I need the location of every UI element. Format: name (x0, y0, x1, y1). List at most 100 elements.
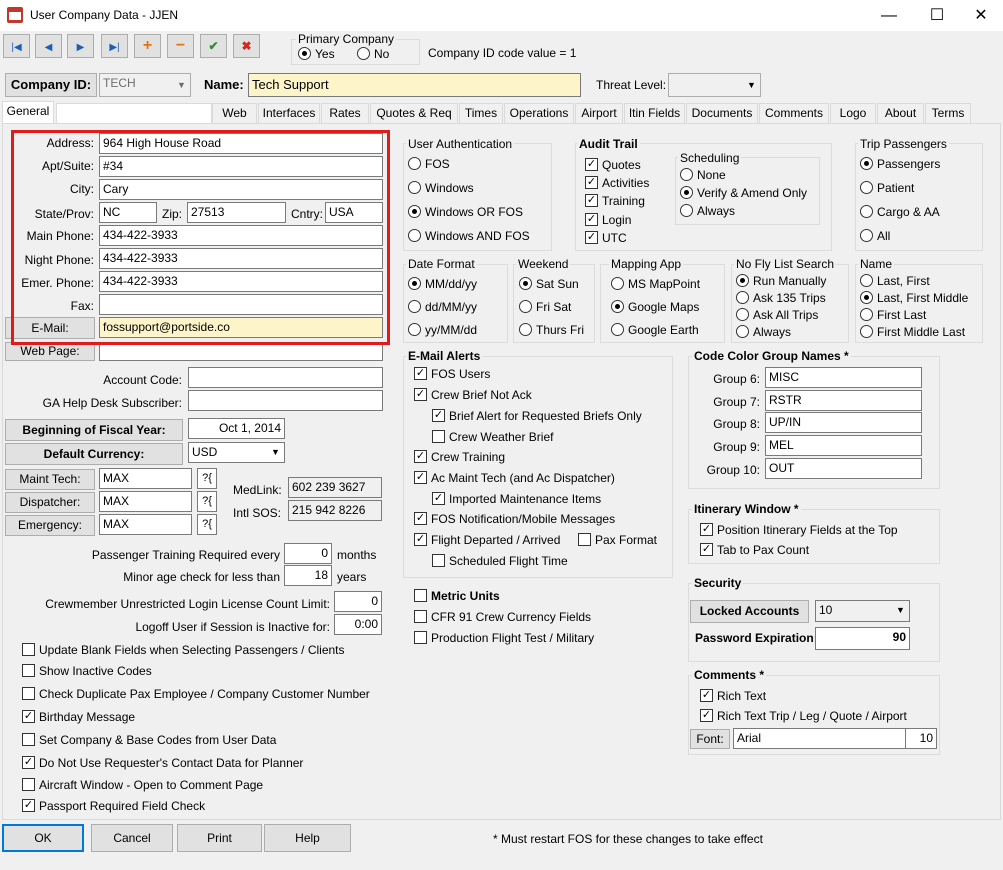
name-last-first-middle-radio[interactable]: Last, First Middle (860, 291, 968, 307)
primary-yes-radio[interactable]: Yes (298, 47, 335, 63)
company-id-button[interactable]: Company ID: (5, 73, 97, 97)
map-google-maps-radio[interactable]: Google Maps (611, 300, 699, 316)
date-format-ymd-radio[interactable]: yy/MM/dd (408, 323, 477, 339)
trip-pax-all-radio[interactable]: All (860, 229, 890, 245)
fiscal-year-input[interactable]: Oct 1, 2014 (188, 418, 285, 439)
print-button[interactable]: Print (177, 824, 262, 852)
alert-flight-departed-checkbox[interactable]: ✓ Flight Departed / Arrived (414, 533, 560, 549)
minimize-button[interactable]: — (866, 0, 912, 31)
cancel-edit-button[interactable]: ✖ (233, 34, 260, 58)
tab-airport[interactable]: Airport (575, 103, 623, 124)
group-10-input[interactable]: OUT (765, 458, 922, 479)
auth-windows-or-fos-radio[interactable]: Windows OR FOS (408, 205, 523, 221)
cancel-button[interactable]: Cancel (91, 824, 173, 852)
name-input[interactable]: Tech Support (248, 73, 581, 97)
font-size-input[interactable]: 10 (905, 728, 937, 749)
no-fly-135-radio[interactable]: Ask 135 Trips (736, 291, 826, 307)
name-last-first-radio[interactable]: Last, First (860, 274, 930, 290)
do-not-use-requester-checkbox[interactable]: ✓ Do Not Use Requester's Contact Data for… (22, 756, 303, 772)
metric-units-checkbox[interactable]: Metric Units (414, 589, 500, 605)
trip-pax-passengers-radio[interactable]: Passengers (860, 157, 940, 173)
no-fly-manual-radio[interactable]: Run Manually (736, 274, 826, 290)
ok-button[interactable]: OK (2, 824, 84, 852)
delete-record-button[interactable]: − (167, 34, 194, 58)
tab-operations[interactable]: Operations (504, 103, 574, 124)
confirm-button[interactable]: ✔ (200, 34, 227, 58)
logoff-input[interactable]: 0:00 (334, 614, 382, 635)
alert-scheduled-flight-time-checkbox[interactable]: Scheduled Flight Time (432, 554, 568, 570)
rich-text-trip-checkbox[interactable]: ✓ Rich Text Trip / Leg / Quote / Airport (700, 709, 907, 725)
alert-fos-notification-checkbox[interactable]: ✓ FOS Notification/Mobile Messages (414, 512, 615, 528)
maint-tech-lookup-icon[interactable]: ?{ (197, 468, 217, 489)
no-fly-all-trips-radio[interactable]: Ask All Trips (736, 308, 818, 324)
tab-interfaces[interactable]: Interfaces (258, 103, 320, 124)
alert-crew-weather-checkbox[interactable]: Crew Weather Brief (432, 430, 553, 446)
update-blank-fields-checkbox[interactable]: Update Blank Fields when Selecting Passe… (22, 643, 345, 659)
threat-level-combo[interactable]: ▼ (668, 73, 761, 97)
maint-tech-input[interactable]: MAX (99, 468, 192, 489)
group-6-input[interactable]: MISC (765, 367, 922, 388)
medlink-input[interactable]: 602 239 3627 (288, 477, 382, 498)
audit-login-checkbox[interactable]: ✓ Login (585, 213, 631, 229)
add-record-button[interactable]: + (134, 34, 161, 58)
primary-no-radio[interactable]: No (357, 47, 389, 63)
scheduling-none-radio[interactable]: None (680, 168, 726, 184)
audit-utc-checkbox[interactable]: ✓ UTC (585, 231, 627, 247)
alert-ac-maint-checkbox[interactable]: ✓ Ac Maint Tech (and Ac Dispatcher) (414, 471, 615, 487)
locked-accounts-combo[interactable]: 10 ▼ (815, 600, 910, 622)
tab-times[interactable]: Times (459, 103, 503, 124)
locked-accounts-button[interactable]: Locked Accounts (690, 600, 809, 623)
emergency-button[interactable]: Emergency: (5, 515, 95, 536)
dispatcher-lookup-icon[interactable]: ?{ (197, 491, 217, 512)
tab-logo[interactable]: Logo (830, 103, 876, 124)
password-expiration-input[interactable]: 90 (815, 627, 910, 650)
ga-help-desk-input[interactable] (188, 390, 383, 411)
default-currency-button[interactable]: Default Currency: (5, 443, 183, 465)
next-record-button[interactable]: ▶ (67, 34, 94, 58)
audit-quotes-checkbox[interactable]: ✓ Quotes (585, 158, 641, 174)
font-button[interactable]: Font: (690, 729, 730, 749)
date-format-mdy-radio[interactable]: MM/dd/yy (408, 277, 477, 293)
close-window-button[interactable]: ✕ (958, 0, 1003, 31)
show-inactive-codes-checkbox[interactable]: Show Inactive Codes (22, 664, 152, 680)
name-first-last-radio[interactable]: First Last (860, 308, 926, 324)
group-7-input[interactable]: RSTR (765, 390, 922, 411)
first-record-button[interactable]: |◀ (3, 34, 30, 58)
alert-fos-users-checkbox[interactable]: ✓ FOS Users (414, 367, 490, 383)
scheduling-always-radio[interactable]: Always (680, 204, 735, 220)
scheduling-verify-radio[interactable]: Verify & Amend Only (680, 186, 807, 202)
dispatcher-input[interactable]: MAX (99, 491, 192, 512)
name-first-middle-last-radio[interactable]: First Middle Last (860, 325, 965, 341)
font-name-input[interactable]: Arial (733, 728, 907, 749)
alert-pax-format-checkbox[interactable]: Pax Format (578, 533, 657, 549)
auth-windows-and-fos-radio[interactable]: Windows AND FOS (408, 229, 530, 245)
map-google-earth-radio[interactable]: Google Earth (611, 323, 699, 339)
group-8-input[interactable]: UP/IN (765, 412, 922, 433)
auth-windows-radio[interactable]: Windows (408, 181, 474, 197)
alert-crew-training-checkbox[interactable]: ✓ Crew Training (414, 450, 505, 466)
audit-activities-checkbox[interactable]: ✓ Activities (585, 176, 649, 192)
audit-training-checkbox[interactable]: ✓ Training (585, 194, 645, 210)
passport-required-checkbox[interactable]: ✓ Passport Required Field Check (22, 799, 205, 815)
weekend-fri-sat-radio[interactable]: Fri Sat (519, 300, 571, 316)
license-count-input[interactable]: 0 (334, 591, 382, 612)
trip-pax-patient-radio[interactable]: Patient (860, 181, 914, 197)
maximize-button[interactable]: ☐ (914, 0, 960, 31)
help-button[interactable]: Help (264, 824, 351, 852)
tab-quotes-req[interactable]: Quotes & Req (370, 103, 458, 124)
tab-about[interactable]: About (877, 103, 924, 124)
emergency-input[interactable]: MAX (99, 514, 192, 535)
cfr91-checkbox[interactable]: CFR 91 Crew Currency Fields (414, 610, 591, 626)
default-currency-combo[interactable]: USD ▼ (188, 442, 285, 463)
production-flight-test-checkbox[interactable]: Production Flight Test / Military (414, 631, 594, 647)
weekend-thurs-fri-radio[interactable]: Thurs Fri (519, 323, 584, 339)
tab-terms[interactable]: Terms (925, 103, 971, 124)
birthday-message-checkbox[interactable]: ✓ Birthday Message (22, 710, 135, 726)
weekend-sat-sun-radio[interactable]: Sat Sun (519, 277, 579, 293)
trip-pax-cargo-radio[interactable]: Cargo & AA (860, 205, 940, 221)
itinerary-position-top-checkbox[interactable]: ✓ Position Itinerary Fields at the Top (700, 523, 898, 539)
rich-text-checkbox[interactable]: ✓ Rich Text (700, 689, 766, 705)
check-duplicate-pax-checkbox[interactable]: Check Duplicate Pax Employee / Company C… (22, 687, 370, 703)
dispatcher-button[interactable]: Dispatcher: (5, 492, 95, 513)
auth-fos-radio[interactable]: FOS (408, 157, 450, 173)
